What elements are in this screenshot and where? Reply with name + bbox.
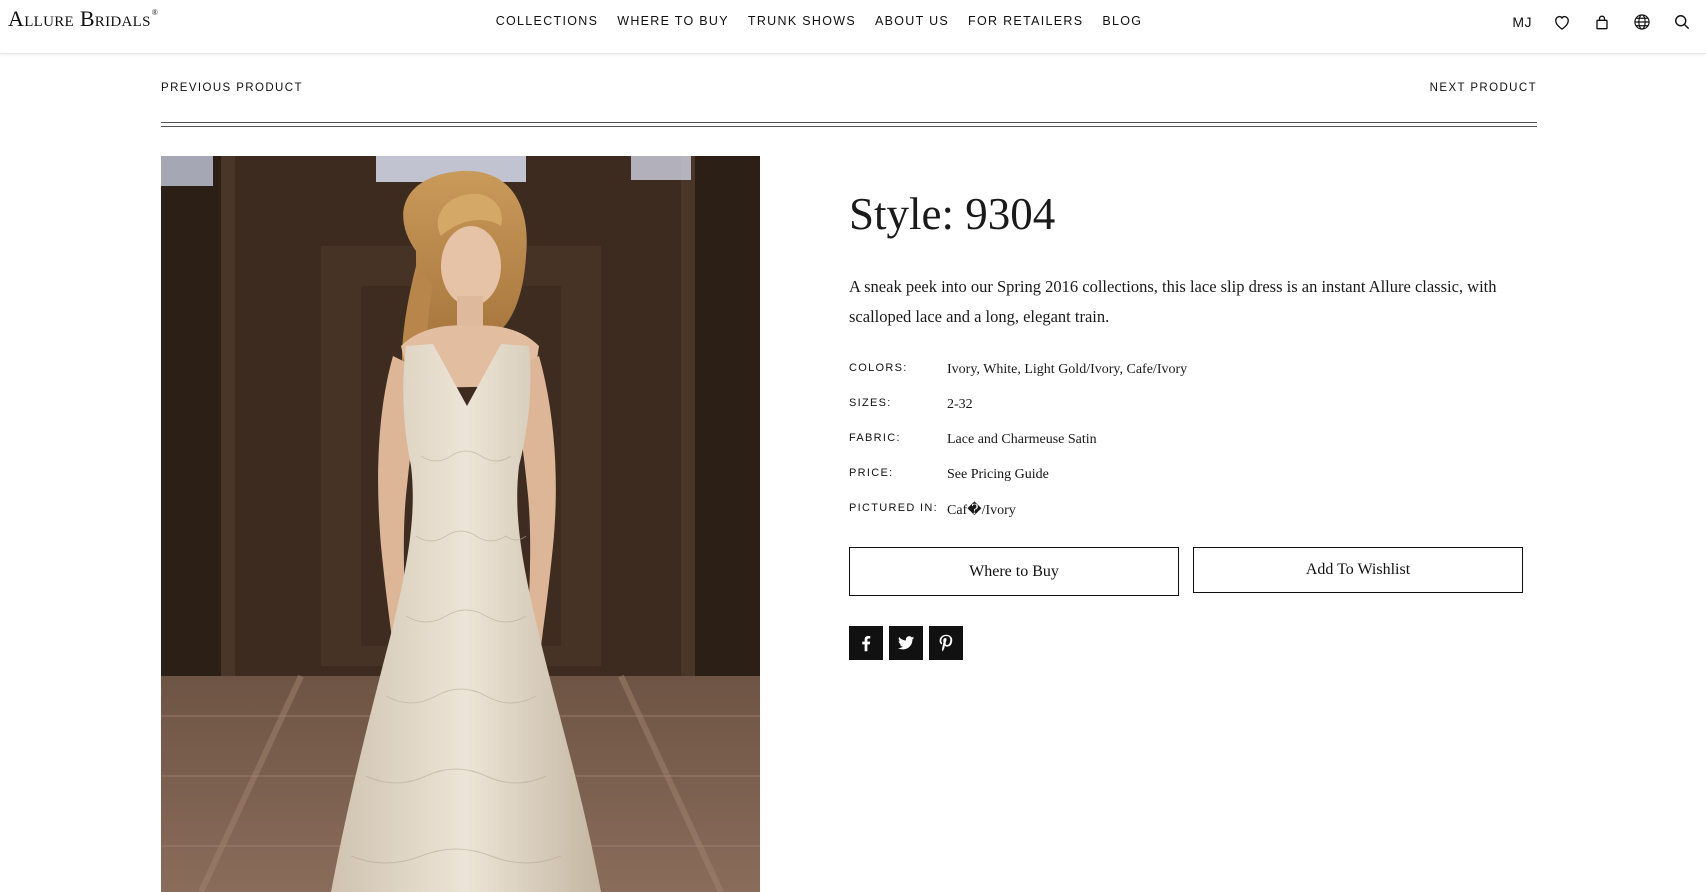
account-initials[interactable]: MJ — [1512, 14, 1532, 30]
pinterest-share-button[interactable] — [929, 626, 963, 660]
site-header: Allure Bridals® COLLECTIONS WHERE TO BUY… — [0, 0, 1706, 54]
pricing-guide-link[interactable]: See Pricing Guide — [947, 467, 1049, 483]
spec-label-pictured-in: PICTURED IN: — [849, 502, 938, 514]
nav-item-trunk-shows[interactable]: TRUNK SHOWS — [748, 14, 856, 28]
spec-value-fabric: Lace and Charmeuse Satin — [947, 432, 1097, 447]
heart-icon[interactable] — [1552, 12, 1572, 32]
spec-row-pictured-in: PICTURED IN: Caf�/Ivory — [849, 500, 1529, 535]
spec-value-pictured-in: Caf�/Ivory — [947, 503, 1016, 518]
globe-icon[interactable] — [1632, 12, 1652, 32]
spec-row-sizes: SIZES: 2-32 — [849, 395, 1529, 430]
spec-row-colors: COLORS: Ivory, White, Light Gold/Ivory, … — [849, 360, 1529, 395]
next-product-link[interactable]: NEXT PRODUCT — [1430, 82, 1537, 94]
product-pagination: PREVIOUS PRODUCT NEXT PRODUCT — [161, 82, 1537, 102]
utility-nav: MJ — [1512, 12, 1692, 32]
product-title: Style: 9304 — [849, 189, 1056, 239]
bag-icon[interactable] — [1592, 12, 1612, 32]
twitter-share-button[interactable] — [889, 626, 923, 660]
search-icon[interactable] — [1672, 12, 1692, 32]
bride-photo-illustration — [161, 156, 760, 892]
add-to-wishlist-button[interactable]: Add To Wishlist — [1193, 547, 1523, 593]
previous-product-link[interactable]: PREVIOUS PRODUCT — [161, 82, 303, 94]
spec-label-sizes: SIZES: — [849, 397, 892, 409]
facebook-share-button[interactable] — [849, 626, 883, 660]
nav-item-for-retailers[interactable]: FOR RETAILERS — [968, 14, 1083, 28]
spec-value-sizes: 2-32 — [947, 397, 973, 412]
social-share — [849, 626, 963, 660]
spec-value-colors: Ivory, White, Light Gold/Ivory, Cafe/Ivo… — [947, 362, 1188, 377]
nav-item-about-us[interactable]: ABOUT US — [875, 14, 949, 28]
spec-label-fabric: FABRIC: — [849, 432, 901, 444]
spec-row-fabric: FABRIC: Lace and Charmeuse Satin — [849, 430, 1529, 465]
product-specs: COLORS: Ivory, White, Light Gold/Ivory, … — [849, 360, 1529, 535]
twitter-icon — [897, 636, 915, 650]
spec-label-price: PRICE: — [849, 467, 894, 479]
spec-row-price: PRICE: See Pricing Guide — [849, 465, 1529, 500]
nav-item-blog[interactable]: BLOG — [1102, 14, 1142, 28]
nav-item-where-to-buy[interactable]: WHERE TO BUY — [617, 14, 729, 28]
spec-label-colors: COLORS: — [849, 362, 908, 374]
main-nav: COLLECTIONS WHERE TO BUY TRUNK SHOWS ABO… — [0, 14, 1706, 28]
facebook-icon — [862, 635, 871, 652]
nav-item-collections[interactable]: COLLECTIONS — [496, 14, 599, 28]
product-description: A sneak peek into our Spring 2016 collec… — [849, 277, 1497, 326]
where-to-buy-button[interactable]: Where to Buy — [849, 547, 1179, 596]
product-image[interactable] — [161, 156, 760, 892]
section-divider — [161, 122, 1537, 127]
pinterest-icon — [939, 634, 953, 652]
